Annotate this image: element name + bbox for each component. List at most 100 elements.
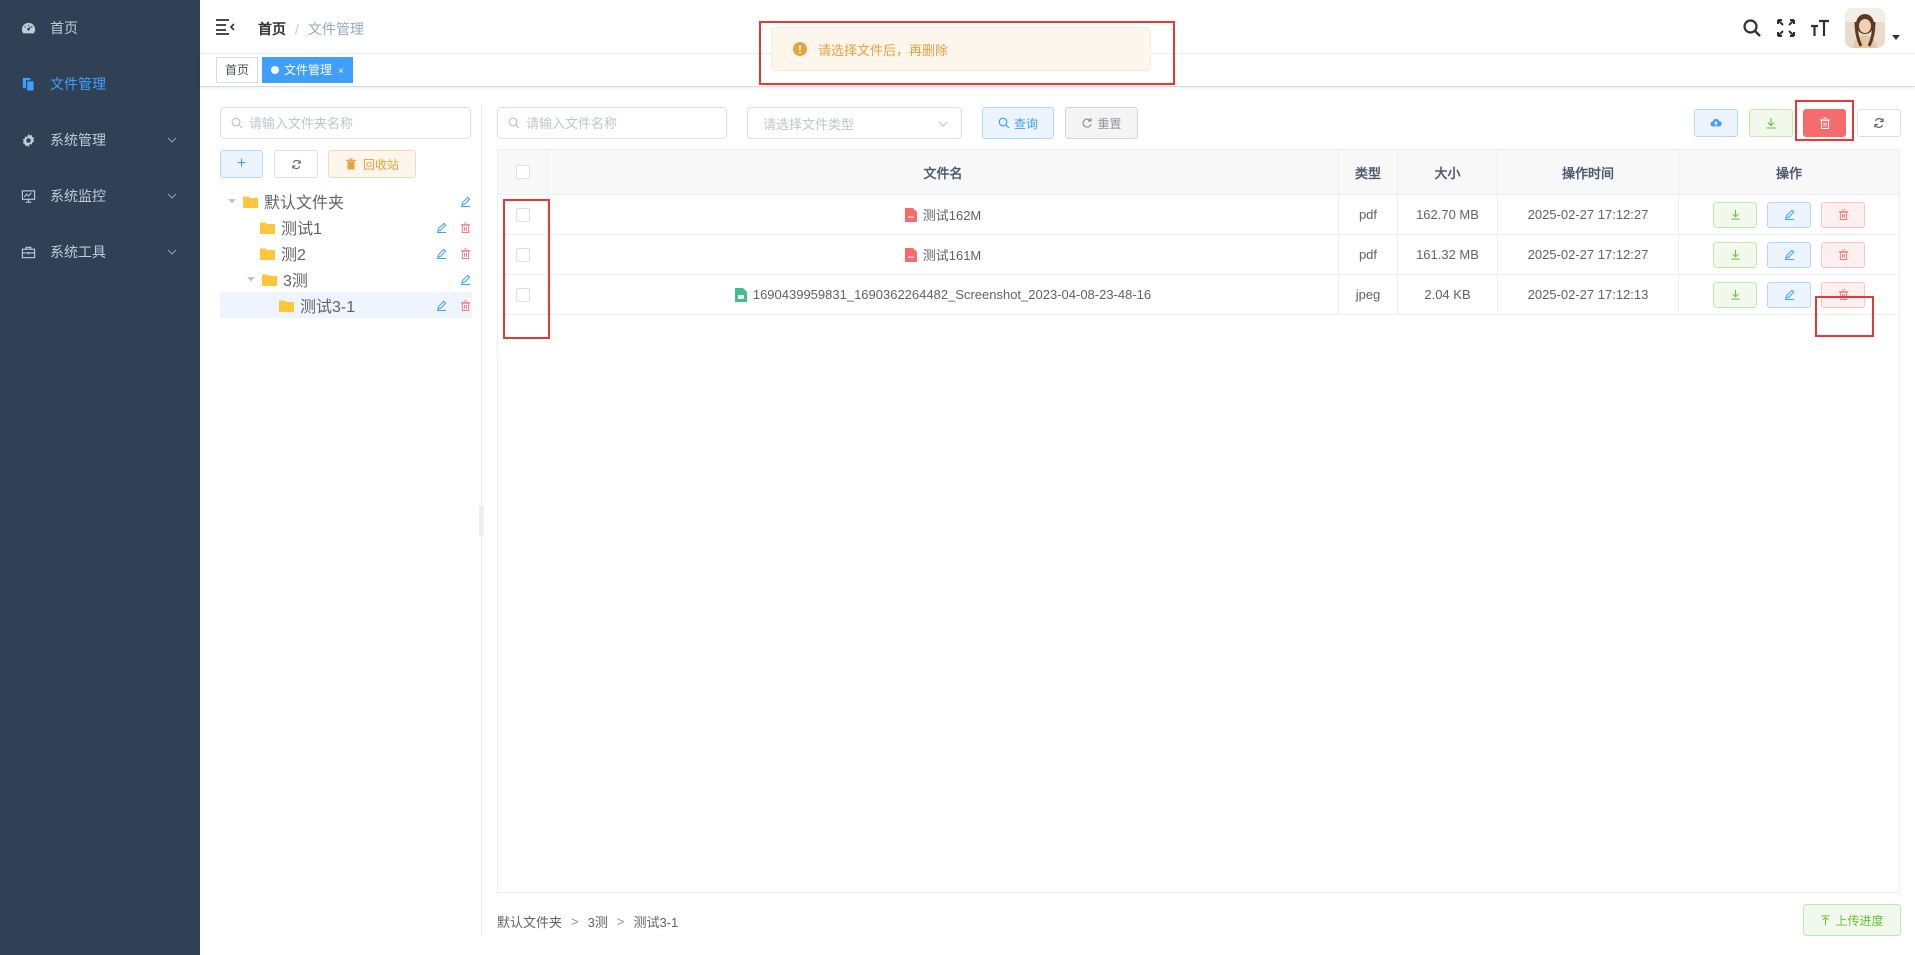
warning-message: 请选择文件后，再删除 — [771, 27, 1151, 71]
file-ops-cell — [1679, 275, 1899, 314]
sidebar-item-home[interactable]: 首页 — [0, 0, 200, 56]
path-segment[interactable]: 3测 — [588, 912, 608, 931]
file-time-cell: 2025-02-27 17:12:27 — [1498, 235, 1679, 274]
chevron-down-icon — [167, 137, 177, 143]
download-button[interactable] — [1749, 109, 1793, 137]
batch-delete-button[interactable] — [1803, 109, 1846, 137]
upload-button[interactable] — [1694, 109, 1738, 137]
hamburger-icon[interactable] — [215, 18, 235, 36]
folder-tree: 默认文件夹 测试1 测2 3测 测试3-1 — [220, 188, 472, 318]
folder-icon — [262, 274, 277, 286]
pdf-file-icon — [904, 247, 917, 262]
caret-expanded-icon[interactable] — [246, 274, 256, 284]
header-cell-select — [498, 150, 548, 194]
edit-icon[interactable] — [434, 298, 448, 312]
trash-icon[interactable] — [458, 220, 472, 234]
folder-icon — [279, 300, 294, 312]
select-all-checkbox[interactable] — [515, 165, 530, 179]
trash-icon[interactable] — [458, 246, 472, 260]
path-separator: > — [571, 914, 579, 929]
row-delete-button[interactable] — [1821, 281, 1865, 308]
edit-icon — [1784, 289, 1794, 300]
tree-node-test1[interactable]: 测试1 — [220, 214, 472, 240]
row-checkbox[interactable] — [515, 247, 530, 262]
row-checkbox[interactable] — [515, 207, 530, 222]
edit-icon[interactable] — [434, 246, 448, 260]
row-download-button[interactable] — [1713, 281, 1757, 308]
refresh-folders-button[interactable] — [274, 150, 318, 178]
avatar[interactable] — [1845, 8, 1885, 48]
path-segment[interactable]: 测试3-1 — [633, 912, 678, 931]
sidebar-item-label: 文件管理 — [50, 76, 106, 92]
row-edit-button[interactable] — [1767, 241, 1811, 268]
row-download-button[interactable] — [1713, 241, 1757, 268]
monitor-icon — [20, 188, 36, 204]
table-header: 文件名 类型 大小 操作时间 操作 — [498, 150, 1899, 195]
search-icon — [231, 117, 243, 129]
search-icon[interactable] — [1741, 17, 1763, 39]
file-search-box — [497, 107, 727, 139]
refresh-files-button[interactable] — [1857, 109, 1901, 137]
edit-icon[interactable] — [458, 194, 472, 208]
tree-node-label: 测试3-1 — [300, 299, 356, 316]
tree-node-3test[interactable]: 3测 — [220, 266, 472, 292]
search-icon — [508, 117, 520, 129]
row-download-button[interactable] — [1713, 201, 1757, 228]
file-search-input[interactable] — [526, 115, 716, 131]
row-edit-button[interactable] — [1767, 201, 1811, 228]
fullscreen-icon[interactable] — [1775, 17, 1797, 39]
edit-icon[interactable] — [434, 220, 448, 234]
trash-icon[interactable] — [458, 298, 472, 312]
file-name[interactable]: 1690439959831_1690362264482_Screenshot_2… — [753, 287, 1151, 302]
recycle-bin-button[interactable]: 回收站 — [328, 150, 416, 178]
close-icon[interactable]: × — [338, 60, 344, 84]
pdf-file-icon — [904, 207, 917, 222]
download-icon — [1730, 249, 1740, 260]
caret-expanded-icon[interactable] — [227, 196, 237, 206]
file-type-cell: pdf — [1339, 195, 1398, 234]
upload-progress-button[interactable]: 上传进度 — [1803, 904, 1901, 936]
sidebar-item-system-management[interactable]: 系统管理 — [0, 112, 200, 168]
drag-handle-icon[interactable] — [478, 506, 485, 536]
warning-icon — [793, 42, 807, 56]
edit-icon — [1784, 209, 1794, 220]
tag-file-management[interactable]: 文件管理 × — [262, 57, 353, 83]
message-text: 请选择文件后，再删除 — [818, 42, 949, 58]
caret-down-icon[interactable] — [1891, 32, 1901, 42]
sidebar-item-system-tools[interactable]: 系统工具 — [0, 224, 200, 280]
tree-node-default-folder[interactable]: 默认文件夹 — [220, 188, 472, 214]
breadcrumb-home[interactable]: 首页 — [258, 19, 286, 39]
tag-home[interactable]: 首页 — [216, 57, 259, 83]
file-name[interactable]: 测试162M — [923, 205, 982, 224]
file-size-cell: 162.70 MB — [1398, 195, 1498, 234]
font-size-icon[interactable] — [1809, 17, 1831, 39]
row-delete-button[interactable] — [1821, 201, 1865, 228]
path-segment[interactable]: 默认文件夹 — [497, 912, 562, 931]
add-folder-button[interactable]: + — [220, 150, 263, 178]
reset-button[interactable]: 重置 — [1065, 107, 1138, 139]
tag-label: 文件管理 — [284, 63, 333, 77]
row-delete-button[interactable] — [1821, 241, 1865, 268]
trash-icon — [1838, 289, 1848, 300]
header-cell-type: 类型 — [1339, 150, 1398, 194]
row-checkbox[interactable] — [515, 287, 530, 302]
query-button[interactable]: 查询 — [982, 107, 1054, 139]
sidebar-item-label: 首页 — [50, 20, 78, 36]
row-edit-button[interactable] — [1767, 281, 1811, 308]
file-name[interactable]: 测试161M — [923, 245, 982, 264]
folder-search-input[interactable] — [249, 115, 459, 131]
sidebar-item-system-monitor[interactable]: 系统监控 — [0, 168, 200, 224]
file-type-select[interactable]: 请选择文件类型 — [747, 107, 962, 139]
edit-icon[interactable] — [458, 272, 472, 286]
download-icon — [1730, 209, 1740, 220]
tree-node-label: 默认文件夹 — [264, 195, 345, 212]
navbar-right — [1741, 8, 1901, 48]
folder-icon — [260, 222, 275, 234]
tree-node-test3-1[interactable]: 测试3-1 — [220, 292, 472, 318]
tree-node-test2[interactable]: 测2 — [220, 240, 472, 266]
search-icon — [998, 117, 1010, 129]
sidebar-item-file-management[interactable]: 文件管理 — [0, 56, 200, 112]
recycle-label: 回收站 — [362, 157, 399, 172]
add-label: + — [236, 155, 247, 172]
tree-node-label: 3测 — [283, 273, 308, 290]
